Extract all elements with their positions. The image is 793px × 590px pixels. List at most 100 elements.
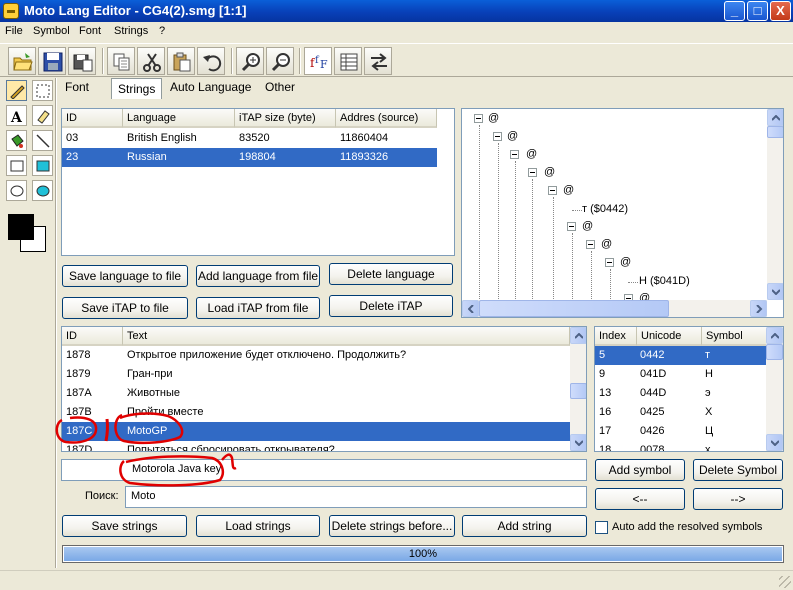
column-header-language[interactable]: Language <box>123 109 235 128</box>
menu-font[interactable]: Font <box>79 25 101 37</box>
foreground-color-swatch[interactable] <box>8 214 34 240</box>
table-row[interactable]: 187B Пройти вместе <box>62 403 570 422</box>
column-header-unicode[interactable]: Unicode <box>637 327 702 346</box>
column-header-text[interactable]: Text <box>123 327 570 346</box>
tree-node[interactable]: @ <box>601 238 612 250</box>
filled-rectangle-tool-icon[interactable] <box>32 155 53 176</box>
table-row[interactable]: 187C MotoGP <box>62 422 570 441</box>
search-input[interactable]: Moto <box>125 486 587 508</box>
menu-file[interactable]: File <box>5 25 23 37</box>
next-button[interactable]: --> <box>693 488 783 510</box>
menu-help[interactable]: ? <box>159 25 165 37</box>
table-row[interactable]: 1878 Открытое приложение будет отключено… <box>62 346 570 365</box>
maximize-button[interactable]: □ <box>747 1 768 21</box>
table-row[interactable]: 16 0425 Х <box>595 403 767 422</box>
auto-add-checkbox[interactable] <box>595 521 608 534</box>
scroll-down-icon[interactable] <box>766 434 783 451</box>
ellipse-tool-icon[interactable] <box>6 180 27 201</box>
table-row[interactable]: 187A Животные <box>62 384 570 403</box>
resize-grip-icon[interactable] <box>779 576 791 588</box>
save-icon[interactable] <box>38 47 66 75</box>
delete-itap-button[interactable]: Delete iTAP <box>329 295 453 317</box>
undo-icon[interactable] <box>197 47 225 75</box>
swap-icon[interactable] <box>364 47 392 75</box>
close-button[interactable]: X <box>770 1 791 21</box>
add-string-button[interactable]: Add string <box>462 515 587 537</box>
select-tool-icon[interactable] <box>32 80 53 101</box>
table-row[interactable]: 03 British English 83520 11860404 <box>62 129 437 148</box>
previous-button[interactable]: <-- <box>595 488 685 510</box>
tree-node[interactable]: @ <box>582 220 593 232</box>
tree-node[interactable]: т ($0442) <box>582 203 628 215</box>
delete-strings-before-button[interactable]: Delete strings before... <box>329 515 455 537</box>
table-row[interactable]: 1879 Гран-при <box>62 365 570 384</box>
save-as-icon[interactable] <box>68 47 96 75</box>
pencil-tool-icon[interactable] <box>6 80 27 101</box>
tree-vertical-scrollbar[interactable] <box>767 109 783 300</box>
tree-node[interactable]: @ <box>507 130 518 142</box>
save-language-button[interactable]: Save language to file <box>62 265 188 287</box>
tab-strings[interactable]: Strings <box>111 78 163 99</box>
table-row[interactable]: 23 Russian 198804 11893326 <box>62 148 437 167</box>
filled-ellipse-tool-icon[interactable] <box>32 180 53 201</box>
symbols-scrollbar[interactable] <box>766 327 783 451</box>
scroll-down-icon[interactable] <box>767 283 783 300</box>
table-row[interactable]: 17 0426 Ц <box>595 422 767 441</box>
save-strings-button[interactable]: Save strings <box>62 515 187 537</box>
fill-tool-icon[interactable] <box>6 130 27 151</box>
table-row[interactable]: 13 044D э <box>595 384 767 403</box>
scroll-up-icon[interactable] <box>766 327 783 344</box>
column-header-id[interactable]: ID <box>62 109 123 128</box>
cut-icon[interactable] <box>137 47 165 75</box>
line-tool-icon[interactable] <box>32 130 53 151</box>
rectangle-tool-icon[interactable] <box>6 155 27 176</box>
symbols-list[interactable]: Index Unicode Symbol 5 0442 т 9 041D Н 1… <box>594 326 784 452</box>
scroll-thumb[interactable] <box>570 383 586 399</box>
tree-node[interactable]: @ <box>563 184 574 196</box>
delete-language-button[interactable]: Delete language <box>329 263 453 285</box>
tree-node[interactable]: @ <box>488 112 499 124</box>
table-row[interactable]: 5 0442 т <box>595 346 767 365</box>
table-row[interactable]: 9 041D Н <box>595 365 767 384</box>
tree-node[interactable]: @ <box>544 166 555 178</box>
tree-node[interactable]: Н ($041D) <box>639 275 690 287</box>
scroll-left-icon[interactable] <box>462 300 479 317</box>
scroll-thumb[interactable] <box>767 126 783 138</box>
paste-icon[interactable] <box>167 47 195 75</box>
tab-auto-language[interactable]: Auto Language <box>164 77 257 98</box>
column-header-index[interactable]: Index <box>595 327 637 346</box>
strings-list[interactable]: ID Text 1878 Открытое приложение будет о… <box>61 326 587 452</box>
zoom-out-icon[interactable] <box>266 47 294 75</box>
menu-symbol[interactable]: Symbol <box>33 25 70 37</box>
table-row[interactable]: 18 0078 х <box>595 441 767 451</box>
itap-tree[interactable]: @ @ @ @ @ т ($0442) @ @ @ Н ($041D) @ <box>461 108 784 318</box>
tree-horizontal-scrollbar[interactable] <box>462 300 767 317</box>
column-header-id[interactable]: ID <box>62 327 123 346</box>
table-row[interactable]: 187D Попытаться сбросировать открывателя… <box>62 441 570 451</box>
add-symbol-button[interactable]: Add symbol <box>595 459 685 481</box>
eraser-tool-icon[interactable] <box>32 105 53 126</box>
tab-other[interactable]: Other <box>259 77 301 98</box>
scroll-thumb[interactable] <box>766 344 783 360</box>
column-header-itap-size[interactable]: iTAP size (byte) <box>235 109 336 128</box>
column-header-address[interactable]: Addres (source) <box>336 109 437 128</box>
add-language-button[interactable]: Add language from file <box>196 265 320 287</box>
column-header-symbol[interactable]: Symbol <box>702 327 767 346</box>
auto-add-label[interactable]: Auto add the resolved symbols <box>612 521 762 533</box>
table-icon[interactable] <box>334 47 362 75</box>
strings-scrollbar[interactable] <box>570 327 586 451</box>
copy-icon[interactable] <box>107 47 135 75</box>
scroll-right-icon[interactable] <box>750 300 767 317</box>
load-itap-button[interactable]: Load iTAP from file <box>196 297 320 319</box>
string-edit-field[interactable]: Motorola Java key <box>61 459 587 481</box>
tab-font[interactable]: Font <box>59 77 95 98</box>
scroll-up-icon[interactable] <box>570 327 586 344</box>
scroll-thumb[interactable] <box>479 300 669 317</box>
tree-node[interactable]: @ <box>526 148 537 160</box>
load-strings-button[interactable]: Load strings <box>196 515 320 537</box>
scroll-down-icon[interactable] <box>570 434 586 451</box>
open-folder-icon[interactable] <box>8 47 36 75</box>
tree-node[interactable]: @ <box>620 256 631 268</box>
font-icon[interactable]: ffF <box>304 47 332 75</box>
text-tool-icon[interactable]: A <box>6 105 27 126</box>
